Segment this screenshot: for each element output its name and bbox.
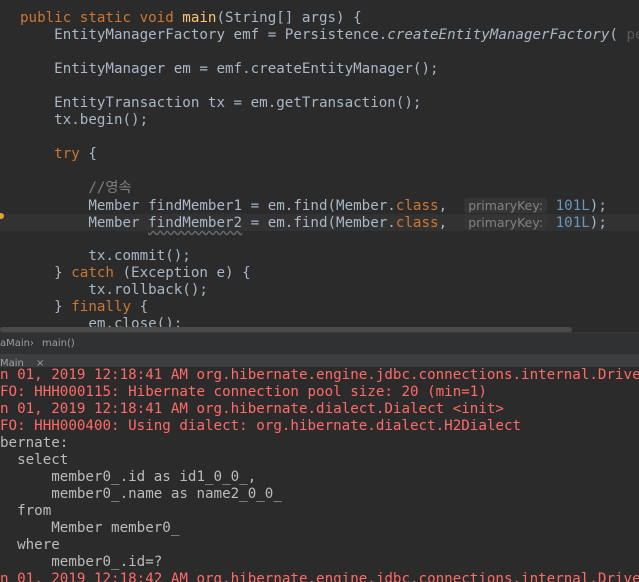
parameter-hint: primaryKey:	[464, 198, 548, 213]
code-line[interactable]: tx.begin();	[0, 112, 148, 129]
code-line[interactable]	[0, 78, 20, 95]
code-token: EntityManager em = emf.createEntityManag…	[20, 61, 439, 77]
code-token: tx.rollback();	[20, 282, 208, 298]
code-line[interactable]	[0, 44, 20, 61]
code-token: //영속	[20, 180, 132, 196]
code-token: = em.find(Member.	[242, 215, 396, 231]
code-token: catch	[71, 265, 114, 281]
code-token: {	[79, 146, 97, 162]
run-console[interactable]: n 01, 2019 12:18:41 AM org.hibernate.eng…	[0, 367, 639, 582]
code-token: class	[395, 198, 439, 214]
code-token: Member	[20, 198, 149, 214]
code-token: = em.find(Member.	[242, 198, 396, 214]
code-token: class	[395, 215, 439, 231]
code-token: try	[20, 146, 80, 162]
console-line: FO: HHH000400: Using dialect: org.hibern…	[0, 418, 522, 434]
code-token: public static void	[20, 10, 183, 26]
console-line: where	[0, 537, 60, 553]
code-token: main	[182, 10, 217, 26]
code-line[interactable]: Member findMember2 = em.find(Member.clas…	[0, 214, 639, 231]
parameter-hint: primaryKey:	[464, 215, 548, 230]
console-line: n 01, 2019 12:18:41 AM org.hibernate.eng…	[0, 367, 639, 383]
code-token: );	[589, 215, 607, 231]
console-line: n 01, 2019 12:18:42 AM org.hibernate.eng…	[0, 571, 639, 582]
code-token: EntityTransaction tx = em.getTransaction…	[20, 95, 422, 111]
code-editor[interactable]: public static void main(String[] args) {…	[0, 0, 639, 330]
code-token: findMember1	[148, 198, 243, 214]
code-token: (String[] args) {	[216, 10, 362, 26]
console-line: member0_.id as id1_0_0_,	[0, 469, 257, 485]
code-line[interactable]: Member findMember1 = em.find(Member.clas…	[0, 197, 607, 214]
console-line: bernate:	[0, 435, 69, 451]
console-line: member0_.name as name2_0_0_	[0, 486, 282, 502]
console-line: n 01, 2019 12:18:41 AM org.hibernate.dia…	[0, 401, 504, 417]
breadcrumb-separator: ›	[30, 338, 34, 349]
console-line: select	[0, 452, 69, 468]
code-token: 101L	[547, 215, 590, 231]
console-line: FO: HHH000115: Hibernate connection pool…	[0, 384, 487, 400]
code-token: findMember2	[148, 215, 243, 231]
code-token: (Exception e) {	[113, 265, 251, 281]
code-line[interactable]	[0, 231, 20, 248]
code-token: finally	[71, 299, 132, 315]
code-line[interactable]: EntityTransaction tx = em.getTransaction…	[0, 95, 421, 112]
code-token: createEntityManagerFactory	[387, 27, 610, 43]
code-line[interactable]: //영속	[0, 180, 132, 197]
code-line[interactable]	[0, 163, 20, 180]
code-line[interactable]: EntityManager em = emf.createEntityManag…	[0, 61, 439, 78]
code-line[interactable]: tx.commit();	[0, 248, 191, 265]
code-token: {	[131, 299, 149, 315]
code-token: ,	[438, 198, 465, 214]
code-line[interactable]: try {	[0, 146, 97, 163]
console-line: Member member0_	[0, 520, 180, 536]
breadcrumb-class[interactable]: aMain	[0, 333, 30, 355]
code-token: tx.commit();	[20, 248, 191, 264]
code-token: }	[20, 299, 72, 315]
breadcrumb: aMain › main()	[0, 332, 639, 355]
code-token: ,	[438, 215, 465, 231]
code-token: }	[20, 265, 72, 281]
code-line[interactable]	[0, 129, 20, 146]
code-line[interactable]: tx.rollback();	[0, 282, 208, 299]
code-token: );	[589, 198, 607, 214]
code-token: (	[609, 27, 627, 43]
code-token: pers	[626, 27, 639, 43]
code-token: 101L	[547, 198, 590, 214]
code-line[interactable]: } catch (Exception e) {	[0, 265, 251, 282]
code-token: EntityManagerFactory emf = Persistence.	[20, 27, 388, 43]
breadcrumb-method[interactable]: main()	[42, 333, 75, 355]
console-line: from	[0, 503, 52, 519]
code-line[interactable]: public static void main(String[] args) {	[0, 10, 362, 27]
code-line[interactable]: EntityManagerFactory emf = Persistence.c…	[0, 27, 639, 44]
code-token: tx.begin();	[20, 112, 149, 128]
code-line[interactable]: } finally {	[0, 299, 148, 316]
code-token: Member	[20, 215, 149, 231]
console-line: member0_.id=?	[0, 554, 163, 570]
